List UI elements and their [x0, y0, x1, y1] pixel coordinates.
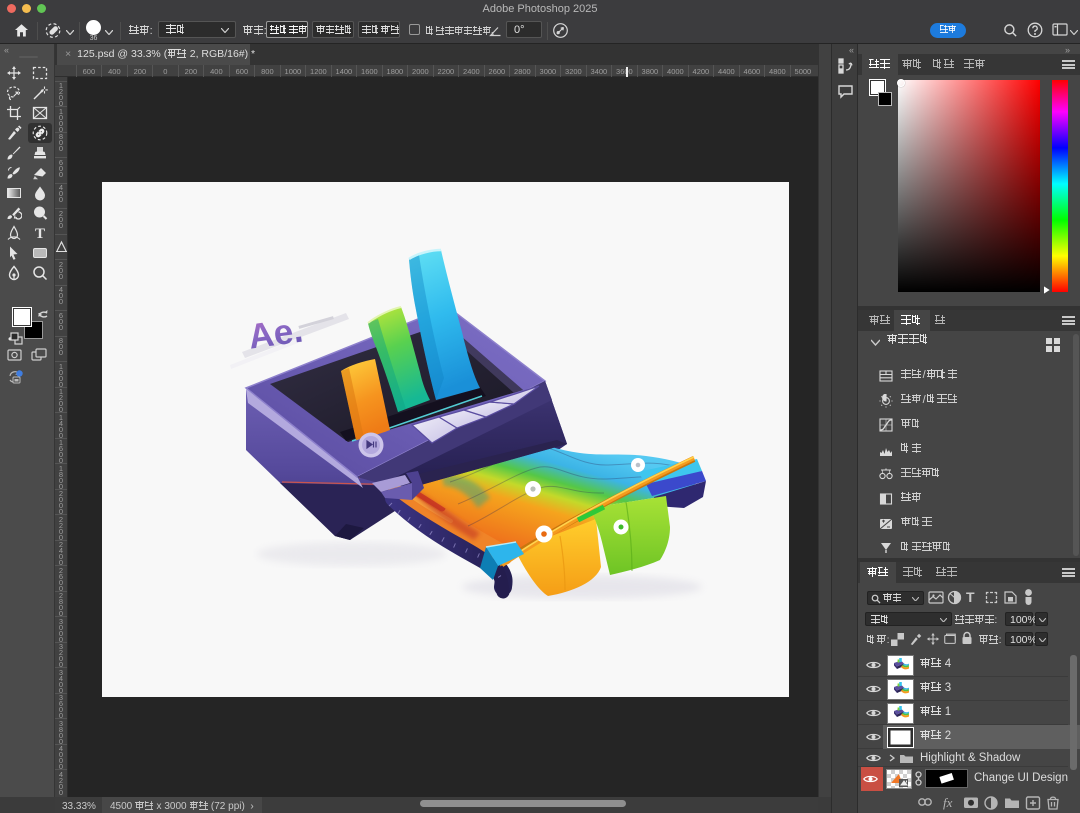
svg-text:T: T: [35, 226, 45, 241]
svg-text:Ae.: Ae.: [246, 311, 305, 357]
svg-text:fx: fx: [943, 795, 953, 810]
